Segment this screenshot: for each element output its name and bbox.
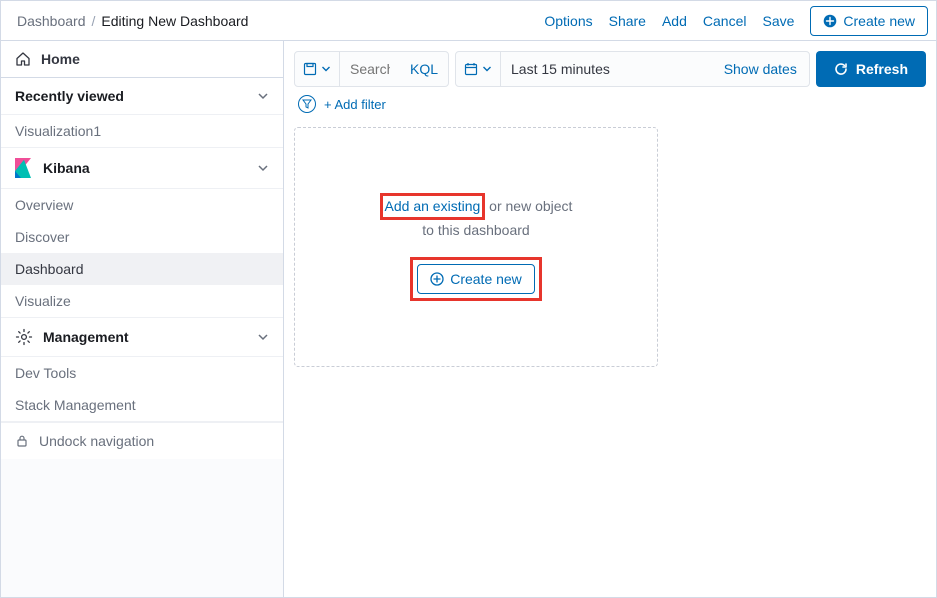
recently-viewed-header[interactable]: Recently viewed xyxy=(1,78,283,115)
calendar-icon xyxy=(464,62,478,76)
calendar-button[interactable] xyxy=(456,52,501,86)
time-range-group: Last 15 minutes Show dates xyxy=(455,51,810,87)
query-bar: KQL Last 15 minutes Show dates xyxy=(294,51,926,87)
plus-circle-icon xyxy=(430,272,444,286)
dropzone-text: Add an existing or new object to this da… xyxy=(380,193,573,241)
time-range-text[interactable]: Last 15 minutes xyxy=(501,61,620,77)
show-dates-link[interactable]: Show dates xyxy=(712,61,809,77)
to-dashboard-text: to this dashboard xyxy=(422,222,529,238)
chevron-down-icon xyxy=(321,64,331,74)
saved-query-button[interactable] xyxy=(295,52,340,86)
sidebar-item-devtools[interactable]: Dev Tools xyxy=(1,357,283,389)
dropzone-create-new-button[interactable]: Create new xyxy=(417,264,535,294)
dropzone-create-new-label: Create new xyxy=(450,271,522,287)
recent-item[interactable]: Visualization1 xyxy=(1,115,283,147)
disk-icon xyxy=(303,62,317,76)
header-actions: Options Share Add Cancel Save Create new xyxy=(544,6,928,36)
create-new-label: Create new xyxy=(843,13,915,29)
refresh-icon xyxy=(834,62,848,76)
sidebar-item-stackmgmt[interactable]: Stack Management xyxy=(1,389,283,421)
create-new-button[interactable]: Create new xyxy=(810,6,928,36)
filter-menu-icon[interactable] xyxy=(298,95,316,113)
management-label: Management xyxy=(43,329,129,345)
plus-circle-icon xyxy=(823,14,837,28)
save-link[interactable]: Save xyxy=(762,13,794,29)
sidebar-item-overview[interactable]: Overview xyxy=(1,189,283,221)
sidebar-item-discover[interactable]: Discover xyxy=(1,221,283,253)
filter-bar: + Add filter xyxy=(294,93,926,117)
breadcrumb: Dashboard / Editing New Dashboard xyxy=(17,13,248,29)
home-label: Home xyxy=(41,51,80,67)
recently-viewed-items: Visualization1 xyxy=(1,115,283,148)
add-existing-link[interactable]: Add an existing xyxy=(385,198,481,214)
home-icon xyxy=(15,51,31,67)
search-group: KQL xyxy=(294,51,449,87)
cancel-link[interactable]: Cancel xyxy=(703,13,747,29)
kibana-section-header[interactable]: Kibana xyxy=(1,148,283,189)
kibana-label: Kibana xyxy=(43,160,90,176)
sidebar-home[interactable]: Home xyxy=(1,41,283,78)
refresh-label: Refresh xyxy=(856,61,908,77)
chevron-down-icon xyxy=(482,64,492,74)
chevron-down-icon xyxy=(257,162,269,174)
undock-label: Undock navigation xyxy=(39,433,154,449)
management-items: Dev Tools Stack Management xyxy=(1,357,283,422)
top-header: Dashboard / Editing New Dashboard Option… xyxy=(1,1,936,41)
main-content: KQL Last 15 minutes Show dates xyxy=(284,41,936,597)
highlight-create-new: Create new xyxy=(410,257,542,301)
breadcrumb-separator: / xyxy=(92,13,96,29)
kql-button[interactable]: KQL xyxy=(400,61,448,77)
kibana-logo-icon xyxy=(15,158,33,178)
gear-icon xyxy=(15,328,33,346)
sidebar: Home Recently viewed Visualization1 Kiba… xyxy=(1,41,284,597)
breadcrumb-root[interactable]: Dashboard xyxy=(17,13,86,29)
management-section-header[interactable]: Management xyxy=(1,318,283,357)
kibana-items: Overview Discover Dashboard Visualize xyxy=(1,189,283,318)
add-filter-link[interactable]: + Add filter xyxy=(324,97,386,112)
breadcrumb-current: Editing New Dashboard xyxy=(101,13,248,29)
empty-dashboard-dropzone[interactable]: Add an existing or new object to this da… xyxy=(294,127,658,367)
highlight-add-existing: Add an existing xyxy=(380,193,486,220)
undock-navigation[interactable]: Undock navigation xyxy=(1,422,283,459)
sidebar-item-dashboard[interactable]: Dashboard xyxy=(1,253,283,285)
chevron-down-icon xyxy=(257,331,269,343)
refresh-button[interactable]: Refresh xyxy=(816,51,926,87)
share-link[interactable]: Share xyxy=(609,13,646,29)
lock-icon xyxy=(15,434,29,448)
add-link[interactable]: Add xyxy=(662,13,687,29)
chevron-down-icon xyxy=(257,90,269,102)
sidebar-item-visualize[interactable]: Visualize xyxy=(1,285,283,317)
or-new-text: or new object xyxy=(485,198,572,214)
recently-viewed-label: Recently viewed xyxy=(15,88,124,104)
options-link[interactable]: Options xyxy=(544,13,592,29)
search-input[interactable] xyxy=(340,52,400,86)
